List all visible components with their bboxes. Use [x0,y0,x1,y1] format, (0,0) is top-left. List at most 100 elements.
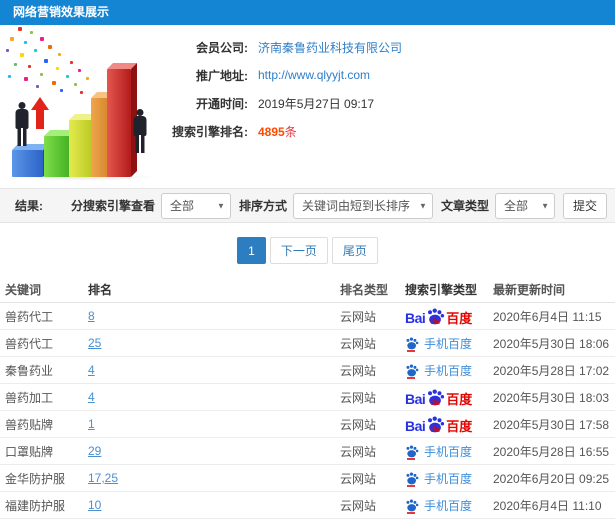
updated-time-cell: 2020年5月28日 16:55 [493,444,610,459]
rank-type-cell: 云网站 [340,309,377,324]
submit-button[interactable]: 提交 [562,192,607,219]
table-row: 金华防护服 17,25 云网站 Bai du 百度 [0,465,615,492]
engine-cell: Bai du 百度 [405,497,493,514]
keyword-cell: 福建防护服 [5,498,66,513]
rank-link[interactable]: 25 [88,336,340,350]
pagination: 1 下一页 尾页 [0,237,615,264]
engine-cell: Bai du 百度 [405,362,493,379]
last-page-button[interactable]: 尾页 [331,237,378,264]
filter-bar: 结果: 分搜索引擎查看 全部 ▼ 排序方式 关键词由短到长排序 ▼ 文章类型 全… [0,188,615,223]
engine-cell: Bai du 百度 [405,415,493,434]
chevron-down-icon: ▼ [217,201,225,210]
summary-section: 会员公司: 济南秦鲁药业科技有限公司 推广地址: http://www.qlyy… [0,25,615,188]
info-row-company: 会员公司: 济南秦鲁药业科技有限公司 [168,33,402,61]
rank-link[interactable]: 17,25 [88,471,340,485]
table-row: 口罩贴牌 29 云网站 Bai du 百度 [0,438,615,465]
engine-cell: Bai du 百度 [405,335,493,352]
updated-time-cell: 2020年5月30日 17:58 [493,417,610,432]
sort-label: 排序方式 [238,199,287,213]
keyword-cell: 兽药贴牌 [5,417,54,432]
baidu-logo: Bai du 百度 [405,415,473,434]
rank-link[interactable]: 10 [88,498,340,512]
chevron-down-icon: ▼ [419,201,427,210]
rank-link[interactable]: 8 [88,309,340,323]
businessman-right [131,109,149,157]
open-time-value: 2019年5月27日 09:17 [258,96,375,111]
rank-type-cell: 云网站 [340,390,377,405]
info-row-rank-count: 搜索引擎排名: 4895条 [168,117,402,145]
engine-filter-select[interactable]: 全部 ▼ [160,192,231,219]
updated-time-cell: 2020年5月28日 17:02 [493,363,610,378]
mobile-baidu-logo: 手机百度 [405,443,472,460]
baidu-logo: Bai du 百度 [405,307,473,326]
chart-bar-red [107,63,137,177]
table-row: 秦鲁药业 4 云网站 Bai du 百度 [0,357,615,384]
company-label: 会员公司: [196,40,248,55]
chart-bar-blue [12,144,49,177]
mobile-baidu-paw-icon [406,445,419,457]
article-type-select[interactable]: 全部 ▼ [494,192,555,219]
table-row: 兽药代工 25 云网站 Bai du 百度 [0,330,615,357]
rank-type-cell: 云网站 [340,471,377,486]
rank-count-value: 4895 [258,124,285,139]
rank-link[interactable]: 4 [88,390,340,404]
table-header-row: 关键词 排名 排名类型 搜索引擎类型 最新更新时间 [0,276,615,303]
mobile-baidu-logo: 手机百度 [405,362,472,379]
mobile-baidu-paw-icon [406,337,419,349]
table-row: 兽药代工 8 云网站 Bai du 百度 2020年6月4日 11:15 [0,303,615,330]
rank-type-cell: 云网站 [340,498,377,513]
keyword-cell: 口罩贴牌 [5,444,54,459]
rank-link[interactable]: 4 [88,363,340,377]
updated-time-cell: 2020年6月20日 09:25 [493,471,610,486]
info-row-url: 推广地址: http://www.qlyyjt.com [168,61,402,89]
promo-url-label: 推广地址: [196,68,248,83]
businessman-left [13,102,31,147]
rank-link[interactable]: 29 [88,444,340,458]
open-time-label: 开通时间: [196,96,248,111]
growth-arrow-icon [31,97,49,129]
mobile-baidu-logo: 手机百度 [405,470,472,487]
rank-link[interactable]: 1 [88,417,340,431]
promo-url-link[interactable]: http://www.qlyyjt.com [258,68,370,82]
keyword-cell: 兽药加工 [5,390,54,405]
header-rank: 排名 [88,282,113,297]
header-rank-type: 排名类型 [340,282,389,297]
rank-count-unit: 条 [284,124,297,139]
mobile-baidu-paw-icon [406,499,419,511]
member-info: 会员公司: 济南秦鲁药业科技有限公司 推广地址: http://www.qlyy… [168,33,402,145]
engine-cell: Bai du 百度 [405,307,493,326]
sort-select[interactable]: 关键词由短到长排序 ▼ [292,192,433,219]
header-updated-time: 最新更新时间 [493,282,566,297]
header-keyword: 关键词 [5,282,42,297]
updated-time-cell: 2020年6月4日 11:15 [493,309,602,324]
chevron-down-icon: ▼ [541,201,549,210]
result-label: 结果: [15,199,43,213]
rank-type-cell: 云网站 [340,444,377,459]
updated-time-cell: 2020年6月4日 11:10 [493,498,602,513]
table-row: 兽药贴牌 1 云网站 Bai du 百度 2020年5月30日 17:58 [0,411,615,438]
keyword-rank-table: 关键词 排名 排名类型 搜索引擎类型 最新更新时间 兽药代工 8 云网站 Bai [0,276,615,520]
engine-filter-label: 分搜索引擎查看 [70,199,155,213]
keyword-cell: 秦鲁药业 [5,363,54,378]
baidu-logo: Bai du 百度 [405,388,473,407]
rank-count-label: 搜索引擎排名: [172,124,248,139]
table-row: 福建防护服 10 云网站 Bai du 百度 [0,492,615,519]
info-row-open-time: 开通时间: 2019年5月27日 09:17 [168,89,402,117]
updated-time-cell: 2020年5月30日 18:06 [493,336,610,351]
mobile-baidu-paw-icon [406,364,419,376]
company-link[interactable]: 济南秦鲁药业科技有限公司 [258,39,402,56]
engine-cell: Bai du 百度 [405,443,493,460]
rank-type-cell: 云网站 [340,336,377,351]
mobile-baidu-logo: 手机百度 [405,497,472,514]
page-title: 网络营销效果展示 [0,0,615,25]
mobile-baidu-paw-icon [406,472,419,484]
next-page-button[interactable]: 下一页 [269,237,328,264]
keyword-cell: 兽药代工 [5,309,54,324]
header-engine-type: 搜索引擎类型 [405,282,478,297]
page-button-current[interactable]: 1 [237,237,266,264]
updated-time-cell: 2020年5月30日 18:03 [493,390,610,405]
engine-cell: Bai du 百度 [405,470,493,487]
rank-type-cell: 云网站 [340,417,377,432]
mobile-baidu-logo: 手机百度 [405,335,472,352]
keyword-cell: 兽药代工 [5,336,54,351]
